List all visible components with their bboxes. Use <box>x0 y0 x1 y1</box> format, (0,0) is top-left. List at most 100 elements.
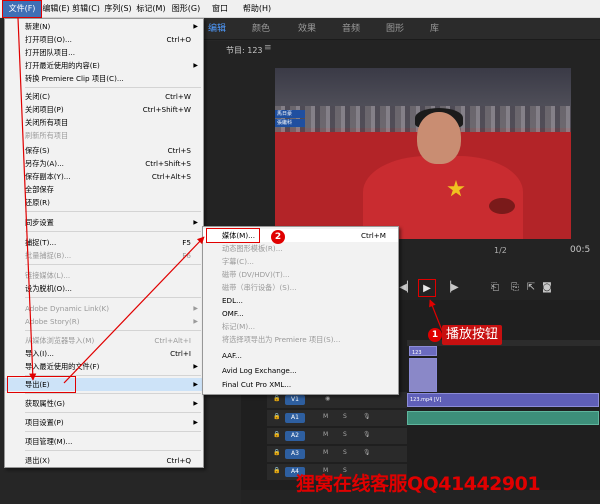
zoom-select[interactable]: 1/2 <box>494 246 507 255</box>
menu-item-refresh-all[interactable]: 刷新所有项目 <box>5 129 203 142</box>
tab-libraries[interactable]: 库 <box>430 18 439 40</box>
menu-item-batch-capture[interactable]: 批量捕捉(B)... F6 <box>5 249 203 262</box>
menu-item-sync-settings[interactable]: 同步设置 ▶ <box>5 216 203 229</box>
solo-icon[interactable]: S <box>343 449 347 456</box>
tab-graphics[interactable]: 图形 <box>386 18 404 40</box>
menu-separator <box>25 87 201 88</box>
menu-item-edl[interactable]: EDL... <box>203 294 398 307</box>
menu-item-open-team-project[interactable]: 打开团队项目... <box>5 46 203 59</box>
menu-item-make-offline[interactable]: 设为脱机(O)... <box>5 282 203 295</box>
menu-graphics[interactable]: 图形(G) <box>171 0 201 18</box>
menu-item-import[interactable]: 导入(I)... Ctrl+I <box>5 347 203 360</box>
solo-icon[interactable]: S <box>343 413 347 420</box>
menu-sequence[interactable]: 序列(S) <box>104 0 132 18</box>
menu-item-convert-clip[interactable]: 转换 Premiere Clip 项目(C)... <box>5 72 203 85</box>
mute-icon[interactable]: M <box>323 449 328 456</box>
menu-item-export[interactable]: 导出(E) ▶ <box>5 376 203 393</box>
solo-icon[interactable]: S <box>343 431 347 438</box>
menu-item-save-copy[interactable]: 保存副本(Y)... Ctrl+Alt+S <box>5 170 203 183</box>
menu-help[interactable]: 帮助(H) <box>242 0 272 18</box>
menu-item-omf[interactable]: OMF... <box>203 307 398 320</box>
eye-icon[interactable]: ◉ <box>325 395 330 402</box>
file-menu: 新建(N) ▶ 打开项目(O)... Ctrl+O 打开团队项目... 打开最近使用… <box>4 18 204 468</box>
play-button-callout: 播放按钮 <box>442 325 503 345</box>
mute-icon[interactable]: M <box>323 431 328 438</box>
menu-item-mogrt[interactable]: 动态图形模板(R)... <box>203 242 398 255</box>
step-forward-icon[interactable]: ▕▶ <box>442 279 460 297</box>
menu-item-capture[interactable]: 捕捉(T)... F5 <box>5 236 203 249</box>
menu-file[interactable]: 文件(F) <box>2 0 42 18</box>
tab-edit[interactable]: 编辑 <box>208 18 226 40</box>
clip-v1[interactable]: 123.mp4 [V] <box>407 393 599 407</box>
menu-item-tape-dv[interactable]: 磁带 (DV/HDV)(T)... <box>203 268 398 281</box>
menu-item-project-manager[interactable]: 项目管理(M)... <box>5 435 203 448</box>
lock-icon[interactable]: 🔒 <box>273 413 280 420</box>
track-label[interactable]: A3 <box>285 449 305 459</box>
clip-a1[interactable] <box>407 411 599 425</box>
menu-item-close-project[interactable]: 关闭项目(P) Ctrl+Shift+W <box>5 103 203 116</box>
lock-icon[interactable]: 🔒 <box>273 449 280 456</box>
menu-item-link-media[interactable]: 链接媒体(L)... <box>5 269 203 282</box>
menu-item-import-from-browser[interactable]: 从媒体浏览器导入(M) Ctrl+Alt+I <box>5 334 203 347</box>
insert-icon[interactable]: ⎗ <box>486 279 504 297</box>
menu-item-import-recent[interactable]: 导入最近使用的文件(F) ▶ <box>5 360 203 373</box>
mic-icon[interactable]: 🎙 <box>363 413 371 420</box>
menu-item-new[interactable]: 新建(N) ▶ <box>5 20 203 33</box>
track-label[interactable]: A2 <box>285 431 305 441</box>
menu-separator <box>25 231 201 232</box>
menu-item-get-properties[interactable]: 获取属性(G) ▶ <box>5 397 203 410</box>
menu-item-save[interactable]: 保存(S) Ctrl+S <box>5 144 203 157</box>
play-icon[interactable]: ▶ <box>418 279 436 297</box>
lock-icon[interactable]: 🔒 <box>273 431 280 438</box>
track-label[interactable]: V1 <box>285 395 305 405</box>
player-head <box>417 112 461 164</box>
menu-separator <box>25 450 201 451</box>
track-label[interactable]: A1 <box>285 413 305 423</box>
menu-item-avid-log[interactable]: Avid Log Exchange... <box>203 364 398 377</box>
mute-icon[interactable]: M <box>323 413 328 420</box>
clip-top[interactable]: 123 <box>409 346 437 356</box>
menu-item-exit[interactable]: 退出(X) Ctrl+Q <box>5 454 203 467</box>
menu-item-open-project[interactable]: 打开项目(O)... Ctrl+O <box>5 33 203 46</box>
menu-item-aaf[interactable]: AAF... <box>203 349 398 362</box>
menu-item-fcp-xml[interactable]: Final Cut Pro XML... <box>203 378 398 391</box>
mic-icon[interactable]: 🎙 <box>363 431 371 438</box>
tab-effects[interactable]: 效果 <box>298 18 316 40</box>
menu-clip[interactable]: 剪辑(C) <box>72 0 100 18</box>
paddle <box>489 198 515 214</box>
menu-item-close[interactable]: 关闭(C) Ctrl+W <box>5 90 203 103</box>
tab-color[interactable]: 颜色 <box>252 18 270 40</box>
menu-item-close-all[interactable]: 关闭所有项目 <box>5 116 203 129</box>
panel-menu-icon[interactable]: ≡ <box>264 43 272 53</box>
menu-window[interactable]: 窗口(W) <box>205 0 235 31</box>
mic-icon[interactable]: 🎙 <box>363 449 371 456</box>
callout-2: 2 <box>271 230 285 244</box>
export-submenu: 媒体(M)... Ctrl+M 动态图形模板(R)... 字幕(C)... 磁带 … <box>202 226 399 395</box>
menu-item-export-media[interactable]: 媒体(M)... Ctrl+M <box>203 228 398 243</box>
menu-item-export-selection[interactable]: 将选择项导出为 Premiere 项目(S)... <box>203 333 398 346</box>
menu-item-project-settings[interactable]: 项目设置(P) ▶ <box>5 416 203 429</box>
menu-item-markers[interactable]: 标记(M)... <box>203 320 398 333</box>
monitor-title: 节目: 123 <box>226 46 263 55</box>
menu-item-dynamic-link[interactable]: Adobe Dynamic Link(K) ▶ <box>5 302 203 315</box>
menu-item-open-recent[interactable]: 打开最近使用的内容(E) ▶ <box>5 59 203 72</box>
camera-icon[interactable]: ◙ <box>538 279 556 297</box>
menu-item-save-as[interactable]: 另存为(A)... Ctrl+Shift+S <box>5 157 203 170</box>
menu-item-adobe-story[interactable]: Adobe Story(R) ▶ <box>5 315 203 328</box>
step-back-icon[interactable]: ◀▏ <box>398 279 416 297</box>
menu-item-revert[interactable]: 还原(R) <box>5 196 203 209</box>
lock-icon[interactable]: 🔒 <box>273 395 280 402</box>
menu-item-tape-serial[interactable]: 磁带（串行设备）(S)... <box>203 281 398 294</box>
menu-separator <box>25 393 201 394</box>
tab-audio[interactable]: 音频 <box>342 18 360 40</box>
menu-edit[interactable]: 编辑(E) <box>42 0 70 18</box>
menu-marker[interactable]: 标记(M) <box>136 0 166 18</box>
score-row-1: 馬日豪 <box>275 110 305 118</box>
menu-item-save-all[interactable]: 全部保存 <box>5 183 203 196</box>
menu-separator <box>25 264 201 265</box>
menu-item-captions[interactable]: 字幕(C)... <box>203 255 398 268</box>
lock-icon[interactable]: 🔒 <box>273 467 280 474</box>
clip-overlay[interactable] <box>409 358 437 392</box>
menu-separator <box>25 297 201 298</box>
menu-separator <box>25 211 201 212</box>
